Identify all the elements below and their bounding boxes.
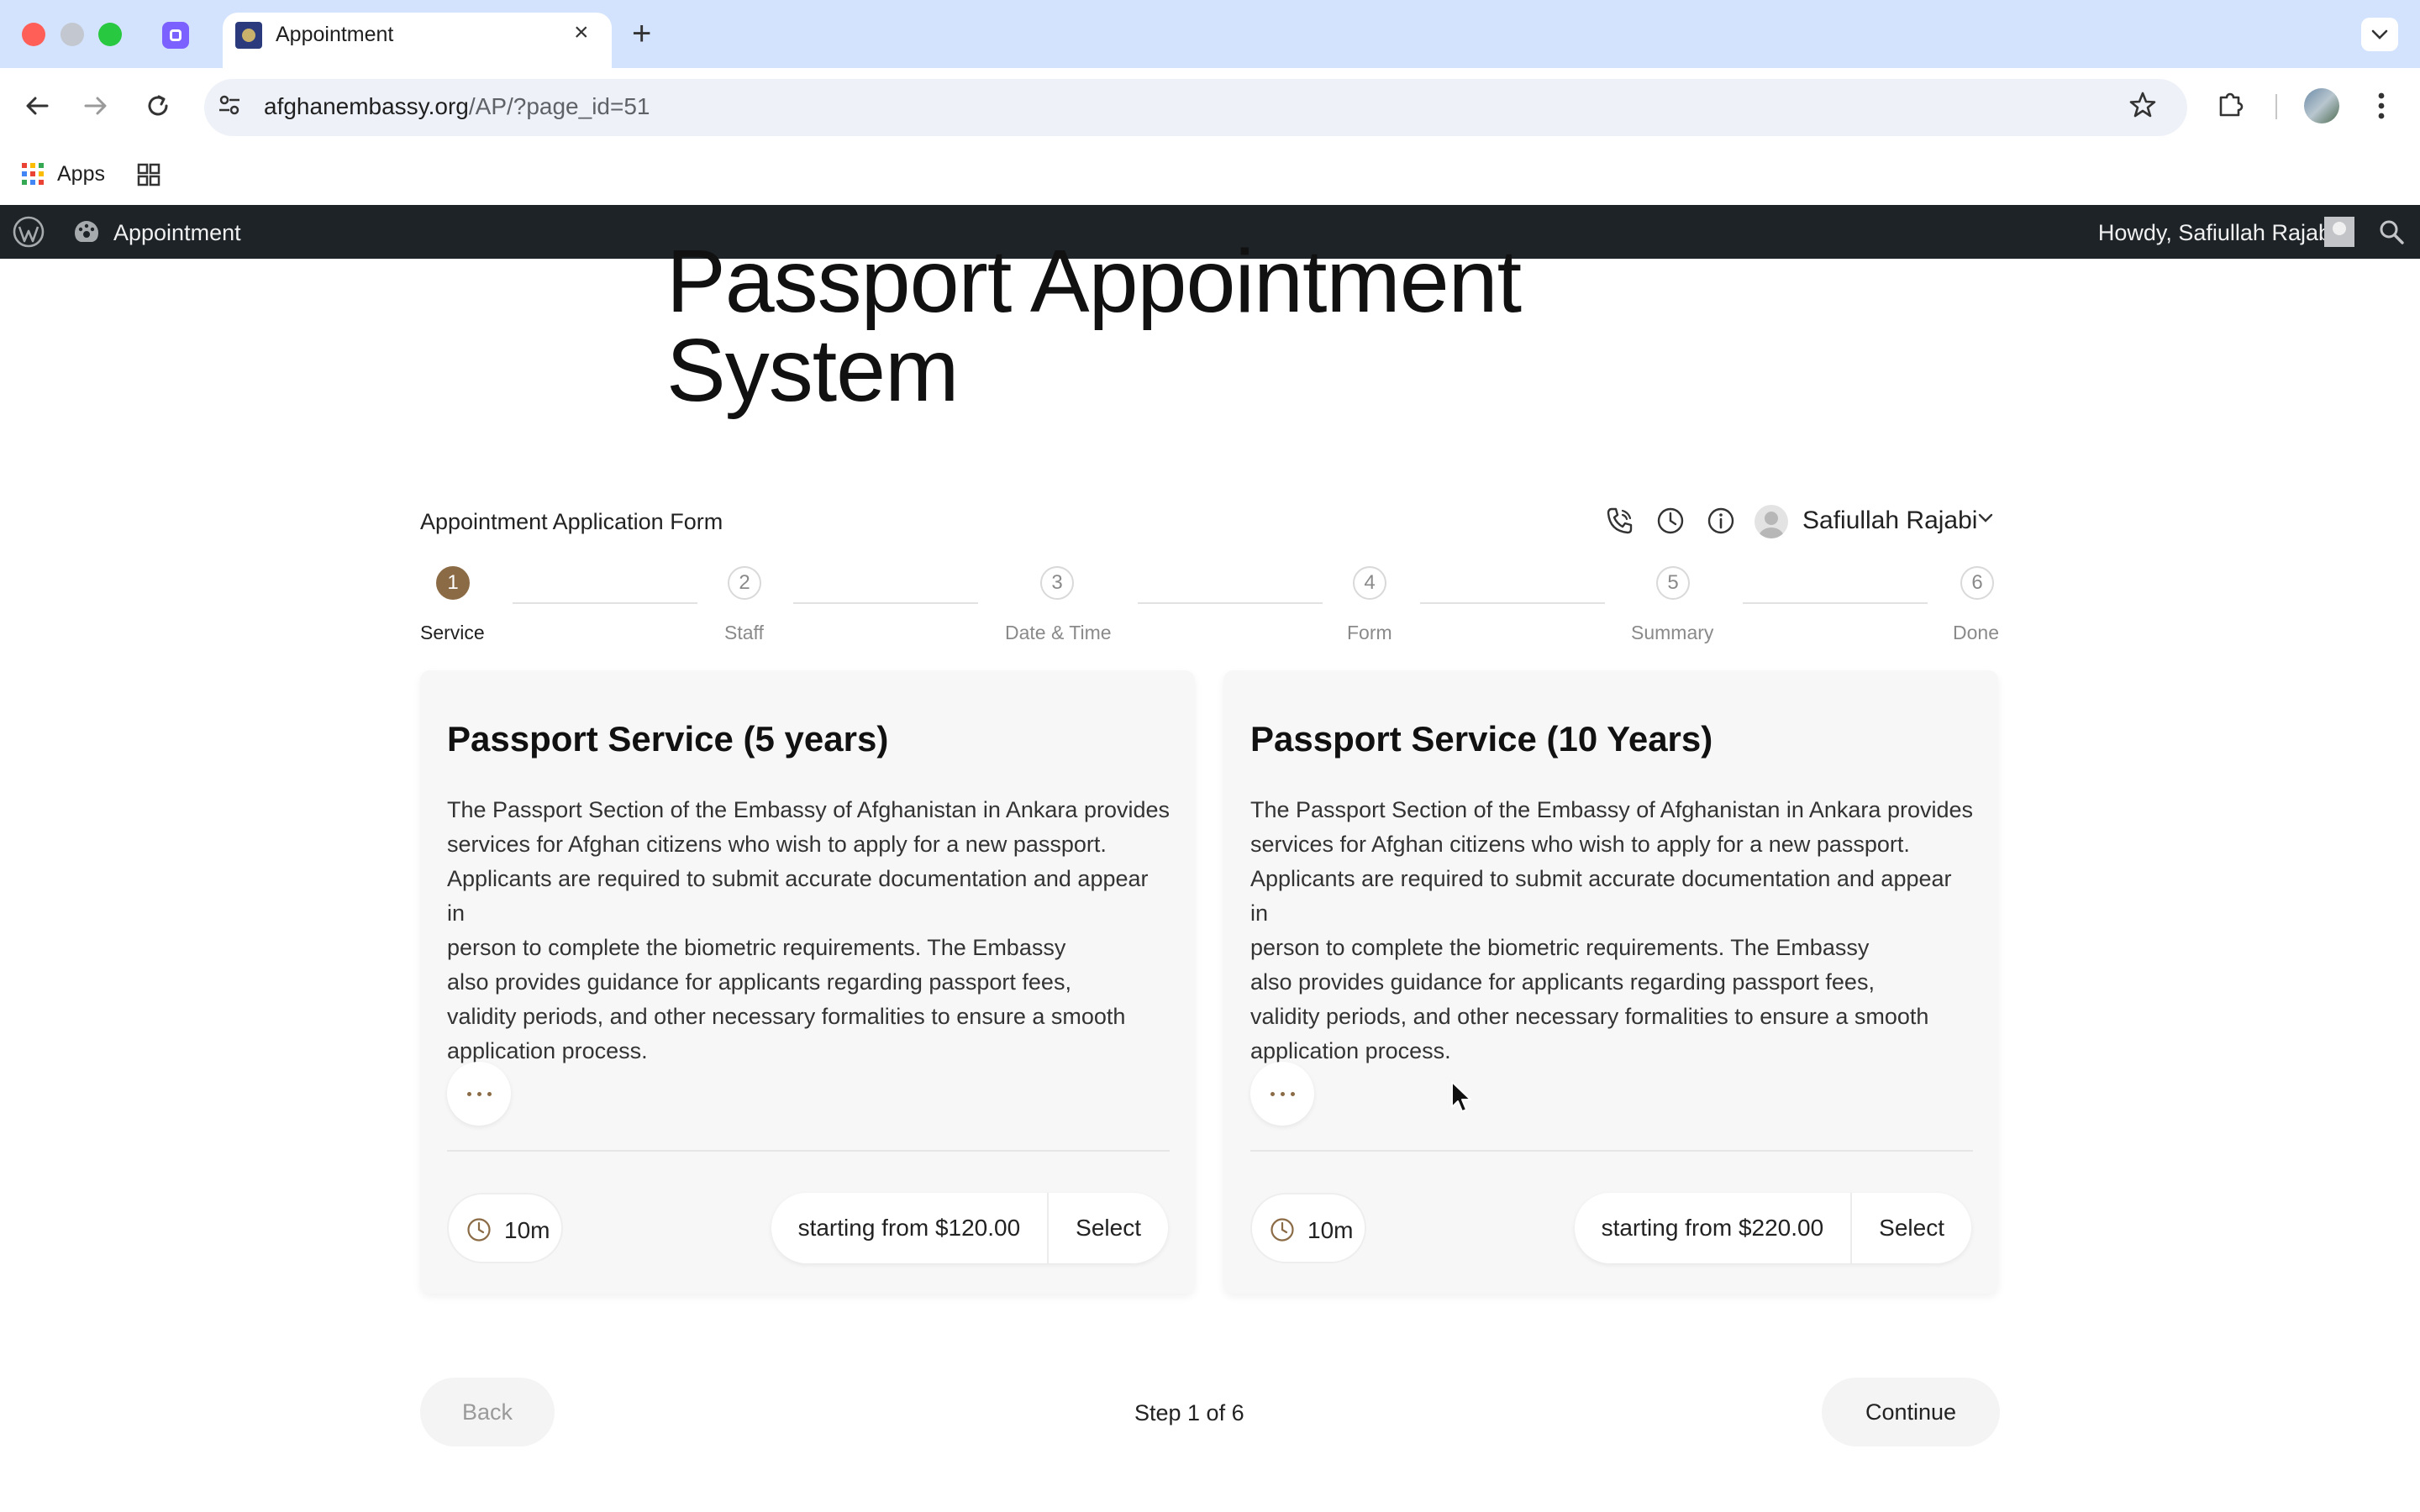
price-select-group[interactable]: starting from $220.00 Select: [1574, 1193, 1971, 1263]
back-button[interactable]: Back: [420, 1378, 555, 1446]
phone-icon[interactable]: [1605, 506, 1635, 536]
step-connector: [1743, 602, 1928, 604]
card-divider: [447, 1150, 1170, 1152]
step-6-label: Done: [1953, 622, 1999, 643]
window-zoom-button[interactable]: [98, 23, 122, 46]
tab-title: Appointment: [276, 23, 394, 46]
info-icon[interactable]: [1706, 506, 1736, 536]
page-title: Passport Appointment System: [666, 232, 1522, 420]
site-settings-icon[interactable]: [217, 92, 242, 122]
step-6-indicator[interactable]: 6: [1960, 566, 1994, 600]
service-title: Passport Service (5 years): [447, 719, 889, 759]
select-button[interactable]: Select: [1852, 1193, 1971, 1263]
step-indicator: Step 1 of 6: [1134, 1400, 1244, 1425]
user-name[interactable]: Safiullah Rajabi: [1802, 507, 1977, 535]
service-card[interactable]: Passport Service (10 Years) The Passport…: [1223, 670, 1998, 1294]
chevron-down-icon[interactable]: [1976, 512, 1995, 529]
duration-value: 10m: [504, 1217, 550, 1243]
service-price: starting from $220.00: [1575, 1193, 1853, 1263]
step-3-label: Date & Time: [1005, 622, 1112, 643]
step-5-label: Summary: [1631, 622, 1714, 643]
service-card[interactable]: Passport Service (5 years) The Passport …: [420, 670, 1195, 1294]
tab-close-icon[interactable]: ×: [574, 18, 589, 47]
step-4-label: Form: [1347, 622, 1392, 643]
tab-search-button[interactable]: [2361, 18, 2398, 51]
clock-icon: [467, 1218, 491, 1242]
url-path: /AP/?page_id=51: [468, 93, 650, 119]
duration-badge: 10m: [1250, 1193, 1366, 1263]
wordpress-logo-icon[interactable]: [12, 215, 45, 253]
admin-howdy-user[interactable]: Howdy, Safiullah Rajabi: [2098, 220, 2336, 246]
browser-menu-icon[interactable]: [2376, 91, 2386, 125]
form-title: Appointment Application Form: [420, 509, 723, 534]
pinned-tab-icon[interactable]: [162, 22, 189, 49]
extensions-puzzle-icon[interactable]: [2216, 89, 2246, 123]
bookmark-apps[interactable]: Apps: [57, 162, 105, 186]
reload-icon[interactable]: [141, 89, 175, 123]
more-options-button[interactable]: [1250, 1062, 1314, 1126]
apps-grid-icon[interactable]: [22, 163, 44, 185]
service-description: The Passport Section of the Embassy of A…: [447, 797, 1170, 1063]
bookmarks-bar: [0, 144, 2420, 205]
continue-button[interactable]: Continue: [1822, 1378, 2000, 1446]
dashboard-palette-icon[interactable]: [72, 218, 101, 249]
admin-search-icon[interactable]: [2378, 218, 2405, 249]
mouse-cursor-icon: [1450, 1080, 1474, 1118]
step-2-label: Staff: [724, 622, 764, 643]
service-price: starting from $120.00: [771, 1193, 1050, 1263]
bookmark-star-icon[interactable]: [2128, 91, 2157, 123]
admin-avatar[interactable]: [2324, 217, 2354, 247]
back-arrow-icon[interactable]: [20, 89, 54, 123]
window-minimize-button[interactable]: [60, 23, 84, 46]
user-avatar[interactable]: [1754, 505, 1788, 538]
step-5-indicator[interactable]: 5: [1656, 566, 1690, 600]
step-connector: [793, 602, 978, 604]
url-text[interactable]: afghanembassy.org/AP/?page_id=51: [264, 93, 650, 120]
toolbar-separator: [2275, 94, 2277, 119]
step-1-indicator[interactable]: 1: [436, 566, 470, 600]
url-host: afghanembassy.org: [264, 93, 469, 119]
step-2-indicator[interactable]: 2: [728, 566, 761, 600]
window-close-button[interactable]: [22, 23, 45, 46]
step-3-indicator[interactable]: 3: [1040, 566, 1074, 600]
select-button[interactable]: Select: [1049, 1193, 1168, 1263]
chevron-down-icon: [2371, 29, 2388, 39]
admin-site-name[interactable]: Appointment: [113, 220, 241, 246]
new-tab-button[interactable]: +: [632, 15, 651, 52]
service-title: Passport Service (10 Years): [1250, 719, 1713, 759]
tab-groups-icon[interactable]: [136, 162, 161, 192]
service-description: The Passport Section of the Embassy of A…: [1250, 797, 1973, 1063]
step-connector: [1138, 602, 1323, 604]
more-options-button[interactable]: [447, 1062, 511, 1126]
card-divider: [1250, 1150, 1973, 1152]
clock-icon[interactable]: [1655, 506, 1686, 536]
duration-badge: 10m: [447, 1193, 563, 1263]
step-4-indicator[interactable]: 4: [1353, 566, 1386, 600]
price-select-group[interactable]: starting from $120.00 Select: [771, 1193, 1168, 1263]
forward-arrow-icon[interactable]: [79, 89, 113, 123]
step-connector: [513, 602, 697, 604]
clock-icon: [1270, 1218, 1294, 1242]
step-1-label: Service: [420, 622, 485, 643]
duration-value: 10m: [1307, 1217, 1354, 1243]
step-connector: [1420, 602, 1605, 604]
tab-favicon-icon: [235, 22, 262, 49]
profile-avatar[interactable]: [2304, 88, 2339, 123]
